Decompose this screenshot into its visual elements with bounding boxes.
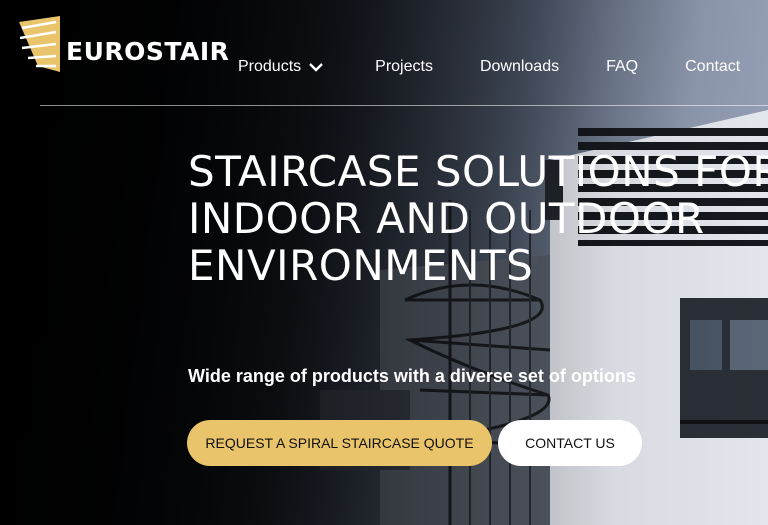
brand-name: EUROSTAIR <box>66 36 230 66</box>
nav-item-label: Products <box>238 58 302 75</box>
nav-divider <box>40 105 768 106</box>
nav-item-label: FAQ <box>606 58 639 75</box>
headline-line: STAIRCASE SOLUTIONS FOR <box>188 147 768 196</box>
chevron-down-icon <box>309 63 323 72</box>
nav-item-downloads[interactable]: Downloads <box>480 58 559 76</box>
nav-item-projects[interactable]: Projects <box>375 58 433 76</box>
headline-line: INDOOR AND OUTDOOR <box>188 194 705 243</box>
hero-headline: STAIRCASE SOLUTIONS FOR INDOOR AND OUTDO… <box>188 148 768 289</box>
brand-logo[interactable]: EUROSTAIR <box>16 16 229 72</box>
nav-item-label: Downloads <box>479 58 560 75</box>
request-quote-button[interactable]: REQUEST A SPIRAL STAIRCASE QUOTE <box>187 420 492 466</box>
hero-subheadline: Wide range of products with a diverse se… <box>188 366 636 386</box>
nav-item-faq[interactable]: FAQ <box>606 58 638 76</box>
headline-line: ENVIRONMENTS <box>188 241 534 290</box>
contact-us-button[interactable]: CONTACT US <box>498 420 642 466</box>
nav-item-label: Projects <box>375 58 433 75</box>
main-nav: Products Projects Downloads FAQ Contact <box>238 57 740 77</box>
nav-item-contact[interactable]: Contact <box>685 58 740 76</box>
eurostair-fan-logo-icon <box>19 16 60 72</box>
nav-item-label: Contact <box>685 58 741 75</box>
nav-item-products[interactable]: Products <box>238 58 323 76</box>
